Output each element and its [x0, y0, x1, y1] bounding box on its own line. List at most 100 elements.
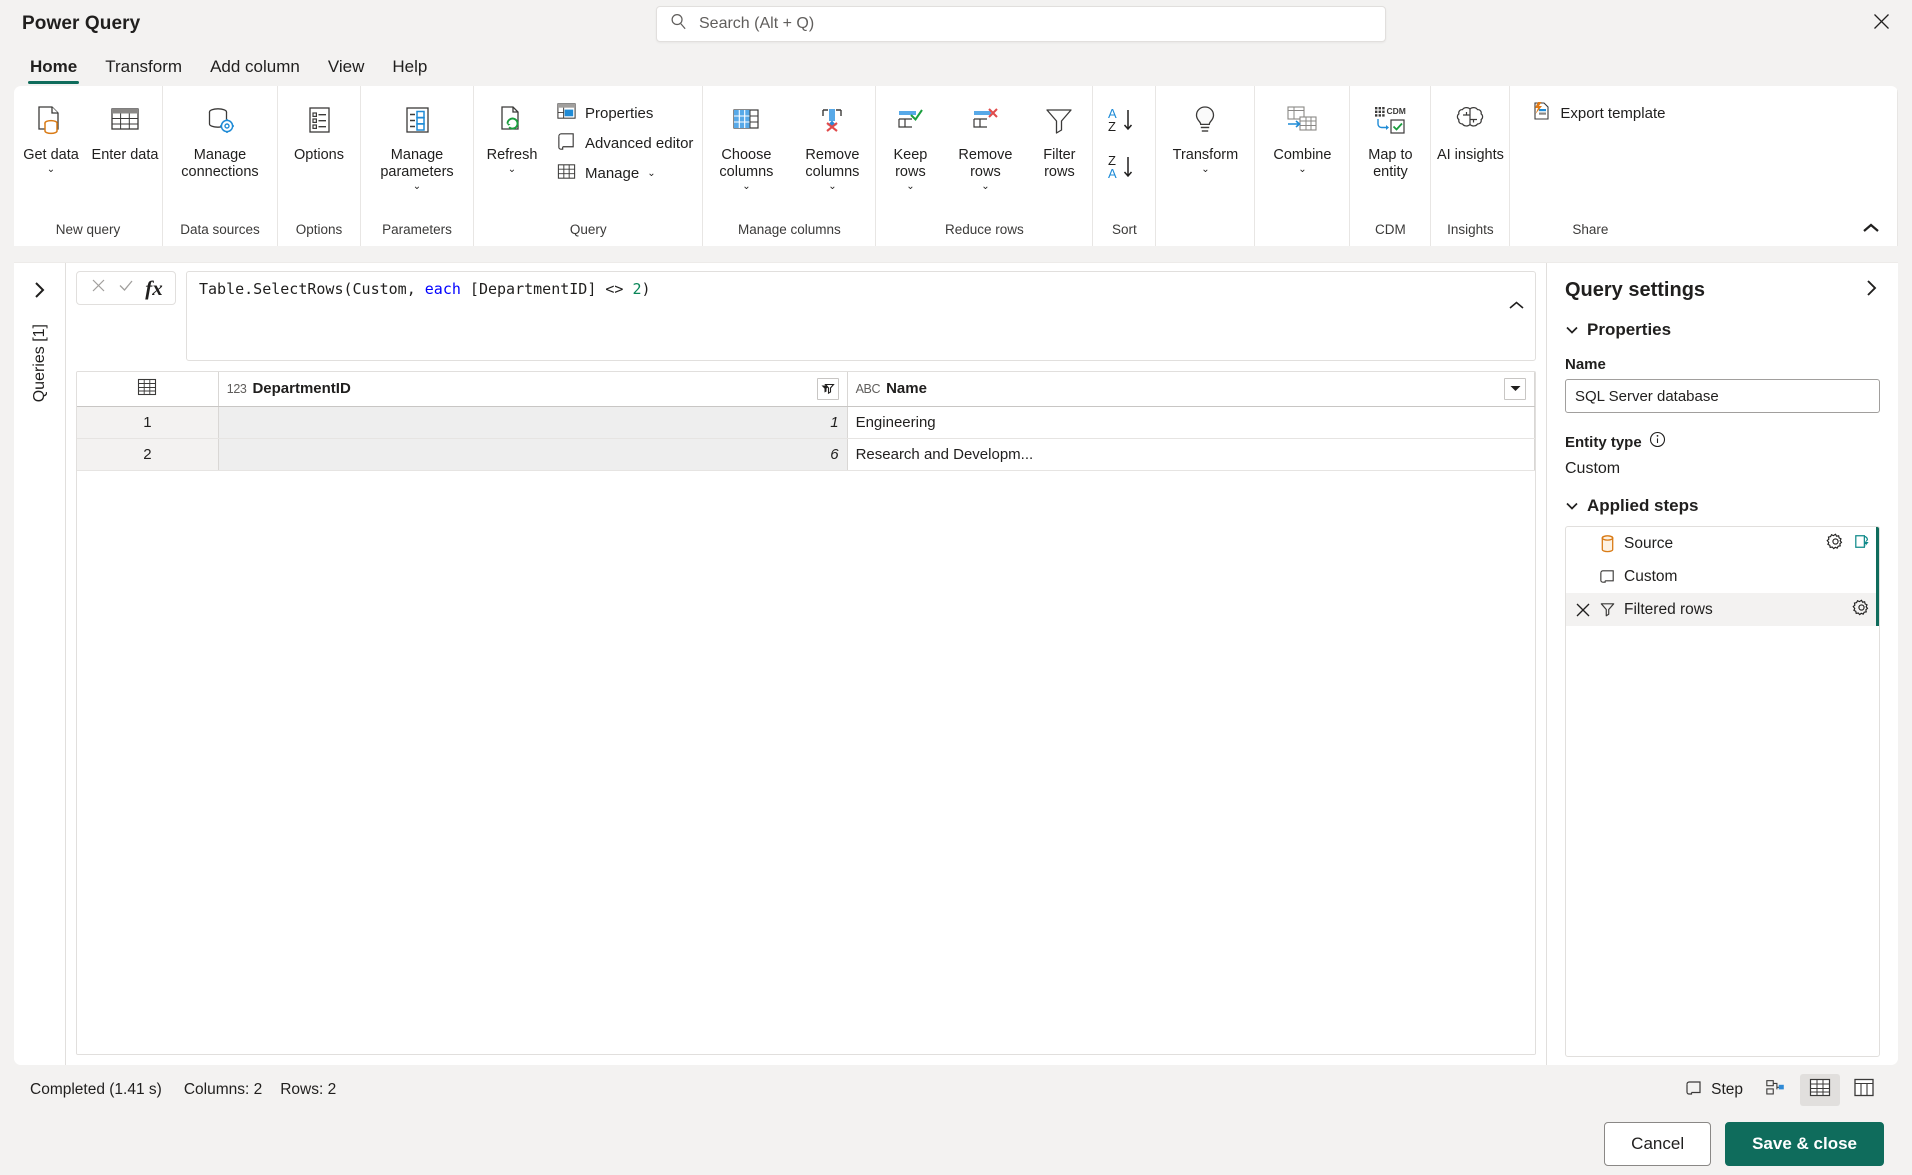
schema-view-button[interactable] — [1844, 1074, 1884, 1106]
group-label-data-sources: Data sources — [180, 222, 260, 237]
query-name-input[interactable] — [1565, 379, 1880, 413]
save-and-close-button[interactable]: Save & close — [1725, 1122, 1884, 1166]
table-row[interactable]: 1 1 Engineering — [77, 406, 1535, 439]
applied-step-label: Source — [1624, 534, 1674, 552]
select-all-columns-button[interactable] — [77, 372, 219, 407]
fx-button[interactable]: fx — [141, 275, 167, 301]
formula-input[interactable]: Table.SelectRows(Custom, each [Departmen… — [186, 271, 1536, 361]
queries-pane-label[interactable]: Queries [1] — [31, 324, 49, 402]
close-window-button[interactable] — [1864, 7, 1898, 41]
tab-view[interactable]: View — [316, 53, 377, 86]
manage-icon — [556, 161, 577, 186]
refresh-icon — [492, 99, 532, 143]
manage-parameters-button[interactable]: Manage parameters ⌄ — [361, 95, 473, 192]
group-label-sort: Sort — [1112, 222, 1137, 237]
ribbon-group-options: Options Options — [278, 86, 361, 246]
sort-ascending-button[interactable]: A Z — [1103, 101, 1145, 146]
expand-queries-pane-button[interactable] — [28, 277, 52, 308]
manage-connections-icon — [199, 99, 241, 143]
remove-columns-button[interactable]: Remove columns ⌄ — [789, 95, 875, 192]
tab-home[interactable]: Home — [18, 53, 89, 86]
table-row[interactable]: 2 6 Research and Developm... — [77, 438, 1535, 471]
step-settings-gear-icon[interactable] — [1852, 598, 1871, 622]
transform-button[interactable]: Transform ⌄ — [1156, 95, 1254, 191]
ribbon-group-manage-columns: Choose columns ⌄ Remove columns ⌄ Manage… — [703, 86, 877, 246]
column-filter-button[interactable] — [1504, 377, 1526, 400]
collapse-formula-bar-button[interactable] — [1418, 280, 1525, 334]
query-settings-title: Query settings — [1565, 279, 1706, 301]
script-icon — [1594, 567, 1620, 586]
collapse-ribbon-button[interactable] — [1858, 218, 1884, 242]
group-label-combine — [1255, 220, 1349, 246]
options-icon — [299, 99, 339, 143]
cell-name[interactable]: Research and Developm... — [847, 438, 1535, 471]
combine-button[interactable]: Combine ⌄ — [1255, 95, 1349, 191]
get-data-button[interactable]: Get data ⌄ — [14, 95, 88, 191]
diagram-view-button[interactable] — [1756, 1074, 1796, 1106]
data-view-button[interactable] — [1800, 1074, 1840, 1106]
sort-descending-button[interactable]: Z A — [1103, 148, 1145, 193]
cell-departmentid[interactable]: 6 — [218, 438, 848, 471]
info-icon[interactable] — [1649, 431, 1666, 453]
manage-connections-button[interactable]: Manage connections — [163, 95, 277, 191]
chevron-down-icon: ⌄ — [1298, 164, 1307, 175]
tab-add-column[interactable]: Add column — [198, 53, 312, 86]
manage-button[interactable]: Manage ⌄ — [550, 158, 702, 188]
column-filter-applied-button[interactable] — [816, 377, 839, 400]
step-refresh-icon[interactable] — [1852, 532, 1871, 556]
entity-type-value: Custom — [1565, 460, 1621, 477]
keep-rows-button[interactable]: Keep rows ⌄ — [876, 95, 944, 192]
applied-step-custom[interactable]: Custom — [1566, 560, 1879, 593]
status-columns: Columns: 2 — [183, 1081, 263, 1098]
column-header-departmentid[interactable]: 123 DepartmentID — [218, 372, 848, 407]
choose-columns-button[interactable]: Choose columns ⌄ — [703, 95, 789, 192]
applied-steps-section-toggle[interactable]: Applied steps — [1565, 496, 1880, 516]
table-grid-icon — [137, 378, 157, 400]
group-label-manage-columns: Manage columns — [738, 222, 841, 237]
chevron-down-icon: ⌄ — [647, 167, 656, 179]
grid-empty-area — [77, 470, 1535, 1054]
step-indicator-button[interactable]: Step — [1675, 1073, 1752, 1108]
filter-rows-icon — [1039, 99, 1079, 143]
export-template-button[interactable]: Export template — [1524, 98, 1674, 128]
formula-accept-button[interactable] — [113, 275, 139, 301]
column-header-label: Name — [886, 380, 927, 398]
filter-rows-button[interactable]: Filter rows — [1026, 95, 1092, 191]
cell-name[interactable]: Engineering — [847, 406, 1535, 439]
map-to-entity-icon: CDM — [1369, 99, 1411, 143]
tab-transform[interactable]: Transform — [93, 53, 194, 86]
svg-text:CDM: CDM — [1387, 106, 1406, 116]
refresh-button[interactable]: Refresh ⌄ — [474, 95, 550, 191]
search-input[interactable] — [699, 15, 1373, 33]
search-box[interactable] — [656, 6, 1386, 42]
ai-insights-button[interactable]: AI insights — [1431, 95, 1509, 191]
properties-section-toggle[interactable]: Properties — [1565, 320, 1880, 340]
formula-cancel-button[interactable] — [85, 275, 111, 301]
options-button[interactable]: Options — [278, 95, 360, 191]
enter-data-button[interactable]: Enter data — [88, 95, 162, 191]
column-header-name[interactable]: ABC Name — [847, 372, 1535, 407]
close-icon — [91, 278, 106, 298]
ribbon-group-query: Refresh ⌄ Properties Advanced editor Man… — [474, 86, 704, 246]
formula-bar-buttons: fx — [76, 271, 176, 305]
cancel-button[interactable]: Cancel — [1604, 1122, 1712, 1166]
chevron-down-icon — [1565, 320, 1579, 340]
chevron-right-icon — [32, 282, 48, 303]
editor-area: fx Table.SelectRows(Custom, each [Depart… — [66, 263, 1546, 1065]
refresh-label: Refresh ⌄ — [486, 147, 538, 175]
cell-departmentid[interactable]: 1 — [218, 406, 848, 439]
map-to-entity-button[interactable]: CDM Map to entity — [1350, 95, 1430, 191]
step-settings-gear-icon[interactable] — [1826, 532, 1845, 556]
svg-text:A: A — [1108, 166, 1117, 181]
advanced-editor-button[interactable]: Advanced editor — [550, 128, 702, 158]
tab-help[interactable]: Help — [380, 53, 439, 86]
applied-step-source[interactable]: Source — [1566, 527, 1879, 560]
filter-rows-label: Filter rows — [1043, 147, 1076, 180]
step-delete-button[interactable] — [1572, 602, 1594, 618]
remove-rows-button[interactable]: Remove rows ⌄ — [944, 95, 1026, 192]
query-settings-header: Query settings — [1565, 279, 1880, 302]
applied-step-filtered-rows[interactable]: Filtered rows — [1566, 593, 1879, 626]
hide-query-settings-button[interactable] — [1864, 279, 1880, 302]
formula-part-number: 2 — [632, 280, 642, 298]
properties-button[interactable]: Properties — [550, 98, 702, 128]
